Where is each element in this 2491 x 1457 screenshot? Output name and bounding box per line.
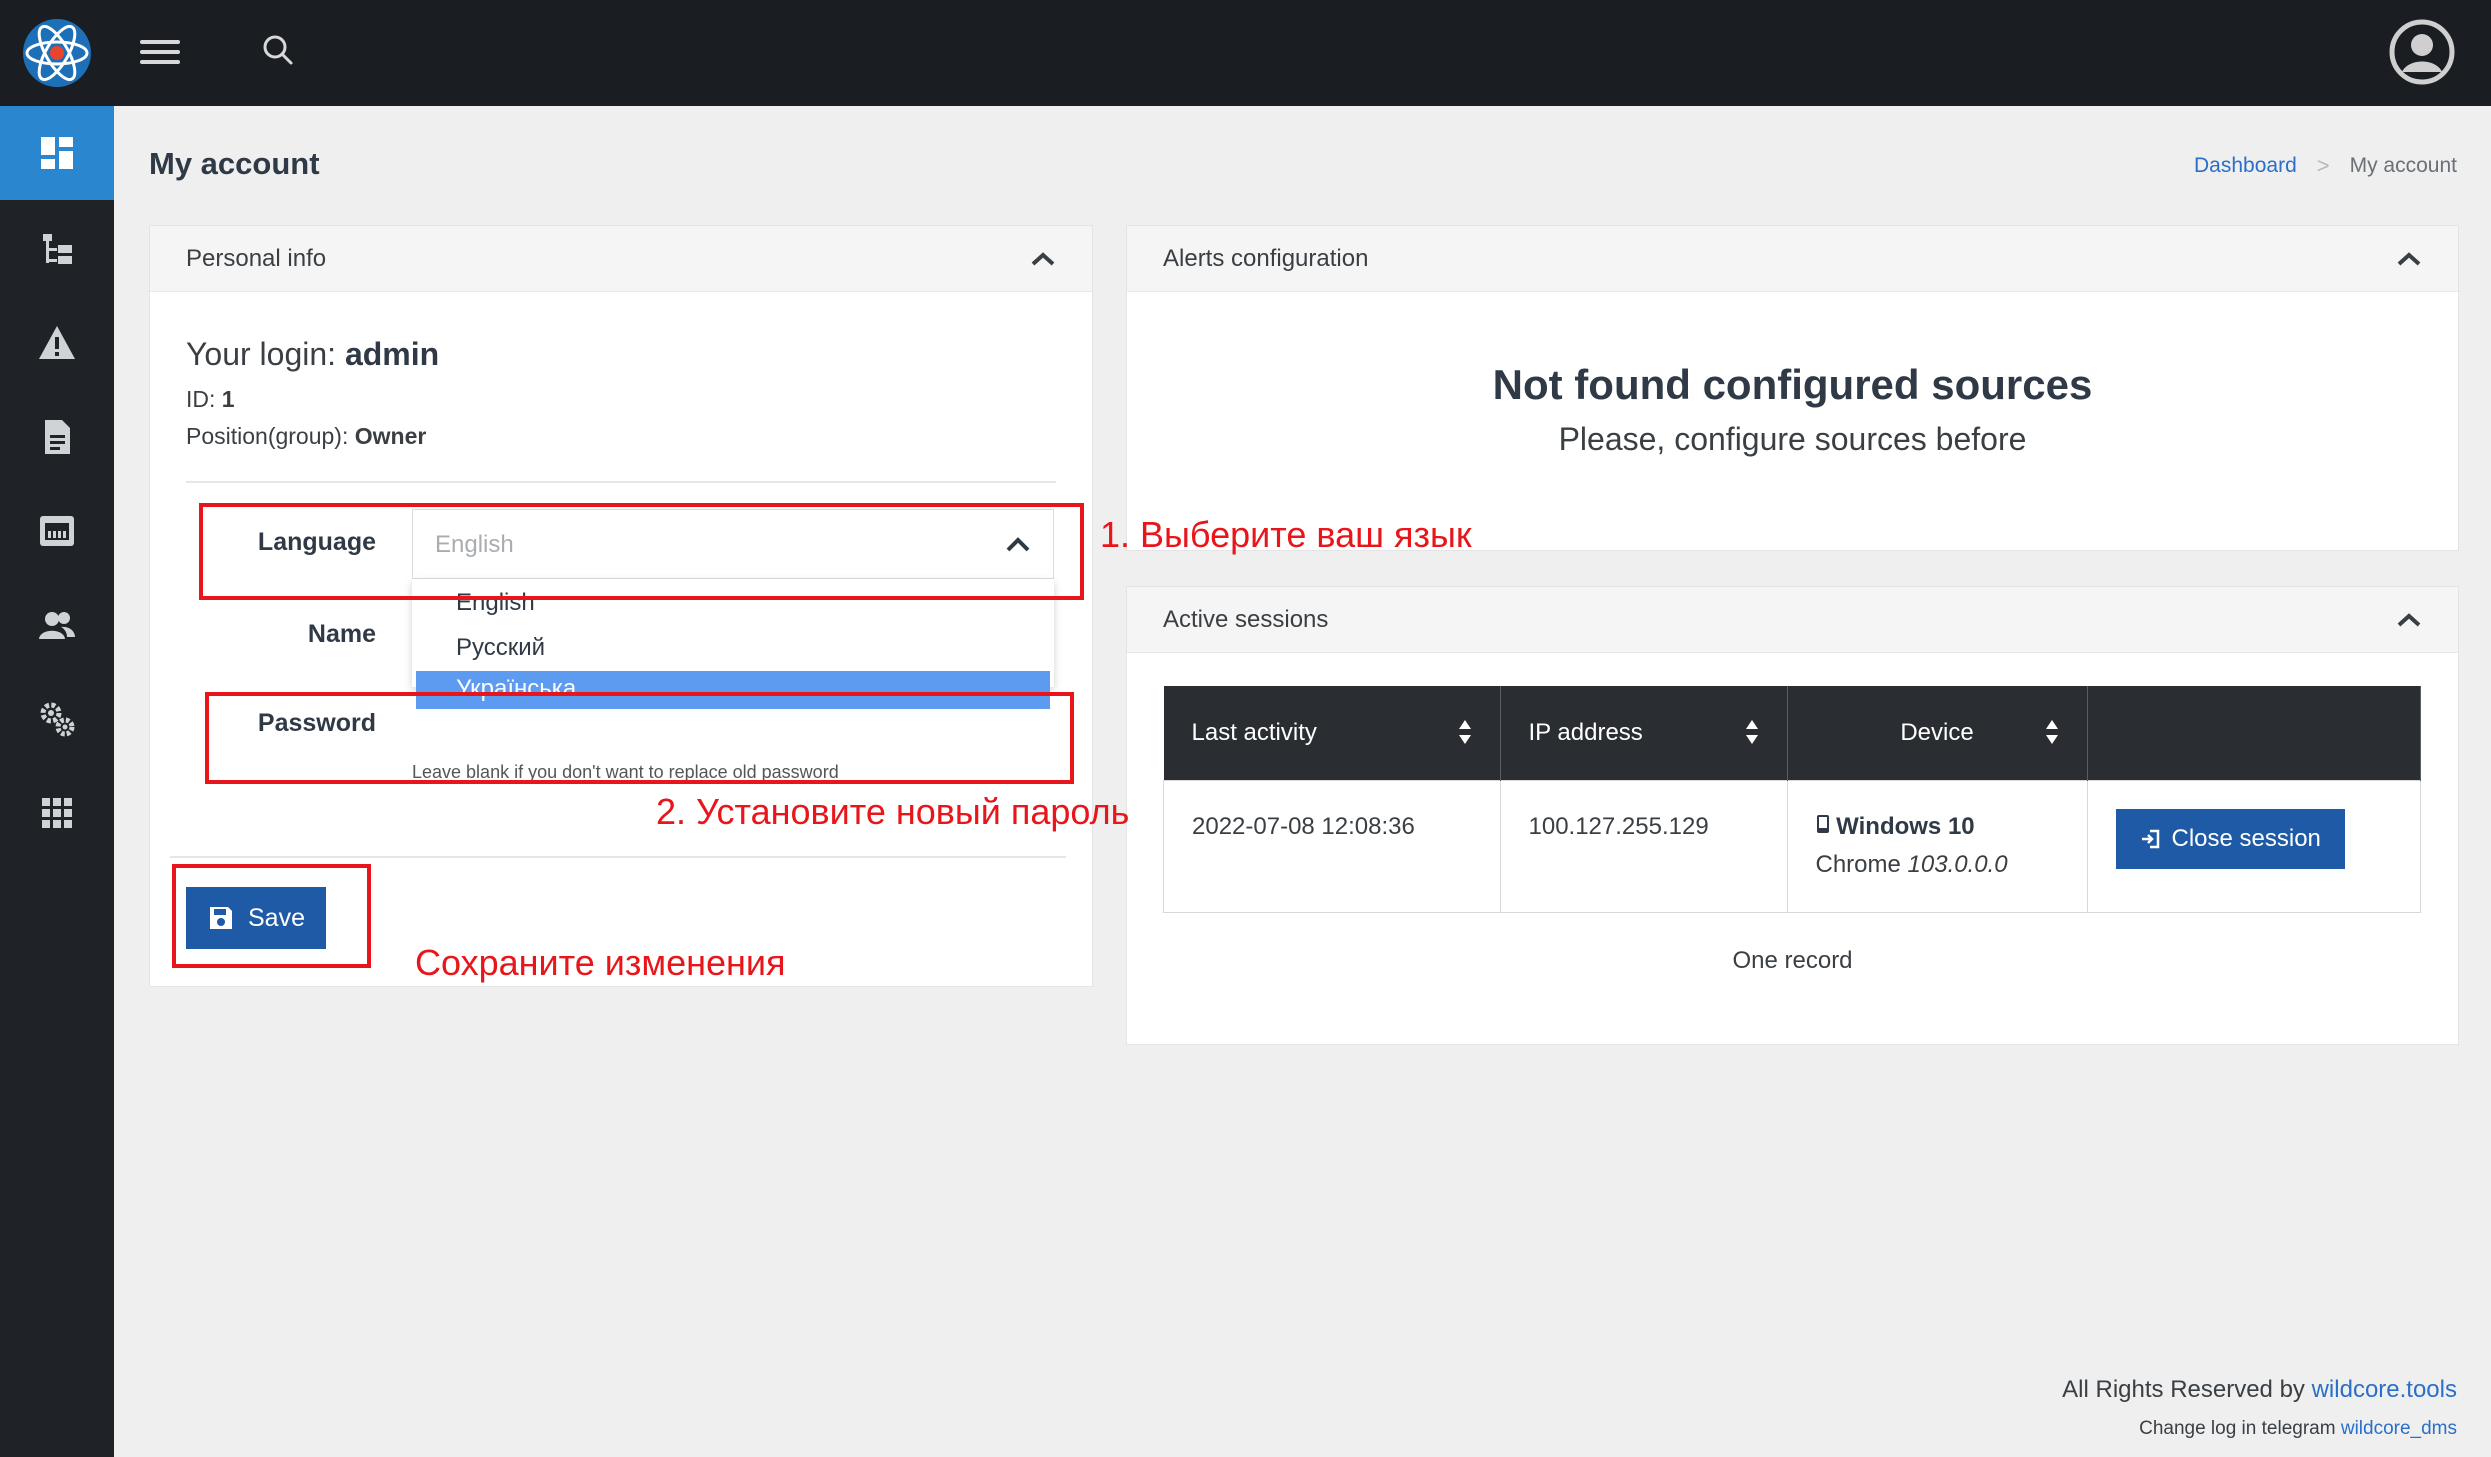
column-header-actions <box>2087 686 2421 781</box>
alerts-configuration-card: Alerts configuration Not found configure… <box>1126 225 2459 551</box>
breadcrumb: Dashboard > My account <box>2194 153 2457 179</box>
breadcrumb-current: My account <box>2349 154 2457 177</box>
sidebar-item-apps[interactable] <box>0 766 114 860</box>
column-header-ip-address[interactable]: IP address <box>1500 686 1788 781</box>
chevron-up-icon[interactable] <box>2396 251 2422 267</box>
table-row: 2022-07-08 12:08:36 100.127.255.129 Wind… <box>1163 780 2421 913</box>
tree-icon <box>43 234 72 264</box>
cell-ip-address: 100.127.255.129 <box>1499 780 1788 913</box>
name-label: Name <box>307 620 376 648</box>
search-icon[interactable] <box>258 30 298 70</box>
breadcrumb-dashboard-link[interactable]: Dashboard <box>2194 154 2297 178</box>
sessions-header: Active sessions <box>1127 587 2458 653</box>
close-session-label: Close session <box>2171 825 2321 852</box>
alerts-header: Alerts configuration <box>1127 226 2458 292</box>
language-option-russian[interactable]: Русский <box>416 626 1050 670</box>
footer-telegram-link[interactable]: wildcore_dms <box>2341 1418 2457 1439</box>
footer-rights: All Rights Reserved by wildcore.tools <box>2062 1376 2457 1403</box>
sign-out-icon <box>2141 829 2159 849</box>
cell-device: Windows 10 Chrome 103.0.0.0 <box>1786 780 2088 913</box>
alerts-title: Alerts configuration <box>1163 244 1369 272</box>
annotation-step2: 2. Установите новый пароль <box>656 791 1130 832</box>
page-title: My account <box>149 146 320 181</box>
users-icon <box>39 612 75 639</box>
sidebar-item-documents[interactable] <box>0 390 114 484</box>
sidebar-item-users[interactable] <box>0 578 114 672</box>
annotation-step1: 1. Выберите ваш язык <box>1100 514 1472 555</box>
device-browser: Chrome <box>1815 851 1908 878</box>
id-value: 1 <box>221 386 235 412</box>
login-line: Your login: admin <box>186 336 440 372</box>
warning-icon <box>39 326 75 359</box>
footer-changelog: Change log in telegram wildcore_dms <box>2139 1418 2457 1439</box>
annotation-box-language <box>199 503 1084 600</box>
column-header-last-activity[interactable]: Last activity <box>1163 686 1501 781</box>
sidebar-item-alerts[interactable] <box>0 296 114 390</box>
sidebar <box>0 106 114 1457</box>
records-count: One record <box>1732 947 1853 974</box>
column-header-device[interactable]: Device <box>1787 686 2088 781</box>
sort-icon <box>2045 720 2058 744</box>
sort-icon <box>1745 720 1758 744</box>
dashboard-icon <box>41 137 73 169</box>
hamburger-menu-icon[interactable] <box>140 34 180 68</box>
annotation-box-save <box>172 864 371 968</box>
sidebar-item-settings[interactable] <box>0 672 114 766</box>
id-line: ID: 1 <box>186 386 235 412</box>
network-port-icon <box>40 516 74 546</box>
divider <box>186 481 1056 483</box>
annotation-box-password <box>205 692 1074 784</box>
position-value: Owner <box>354 423 427 449</box>
cell-actions: Close session <box>2086 780 2421 913</box>
settings-icon <box>40 702 75 737</box>
cell-last-activity: 2022-07-08 12:08:36 <box>1163 780 1501 913</box>
breadcrumb-separator: > <box>2316 153 2330 178</box>
not-found-title: Not found configured sources <box>1492 361 2093 408</box>
user-avatar-icon[interactable] <box>2388 18 2456 86</box>
chevron-up-icon[interactable] <box>2396 612 2422 628</box>
document-icon <box>45 420 70 454</box>
device-os: Windows 10 <box>1836 813 1975 840</box>
position-line: Position(group): Owner <box>186 423 427 449</box>
apps-grid-icon <box>42 798 72 828</box>
login-value: admin <box>344 336 440 372</box>
sessions-title: Active sessions <box>1163 605 1329 633</box>
device-version: 103.0.0.0 <box>1907 851 2008 878</box>
personal-info-header: Personal info <box>150 226 1092 292</box>
sidebar-item-dashboard[interactable] <box>0 106 114 200</box>
divider <box>170 856 1066 858</box>
annotation-step3: Сохраните изменения <box>415 942 786 983</box>
atom-logo-icon[interactable] <box>0 0 114 106</box>
sort-icon <box>1458 720 1471 744</box>
not-found-subtitle: Please, configure sources before <box>1558 421 2027 457</box>
sessions-table: Last activity IP address Device 2022-07-… <box>1163 686 2421 913</box>
active-sessions-card: Active sessions Last activity IP address… <box>1126 586 2459 1045</box>
sidebar-item-tree[interactable] <box>0 202 114 296</box>
mobile-device-icon <box>1816 815 1829 833</box>
personal-info-title: Personal info <box>186 244 327 272</box>
sidebar-item-network[interactable] <box>0 484 114 578</box>
chevron-up-icon[interactable] <box>1030 251 1056 267</box>
top-navbar <box>0 0 2491 106</box>
close-session-button[interactable]: Close session <box>2115 809 2345 869</box>
footer-wildcore-link[interactable]: wildcore.tools <box>2312 1376 2457 1403</box>
